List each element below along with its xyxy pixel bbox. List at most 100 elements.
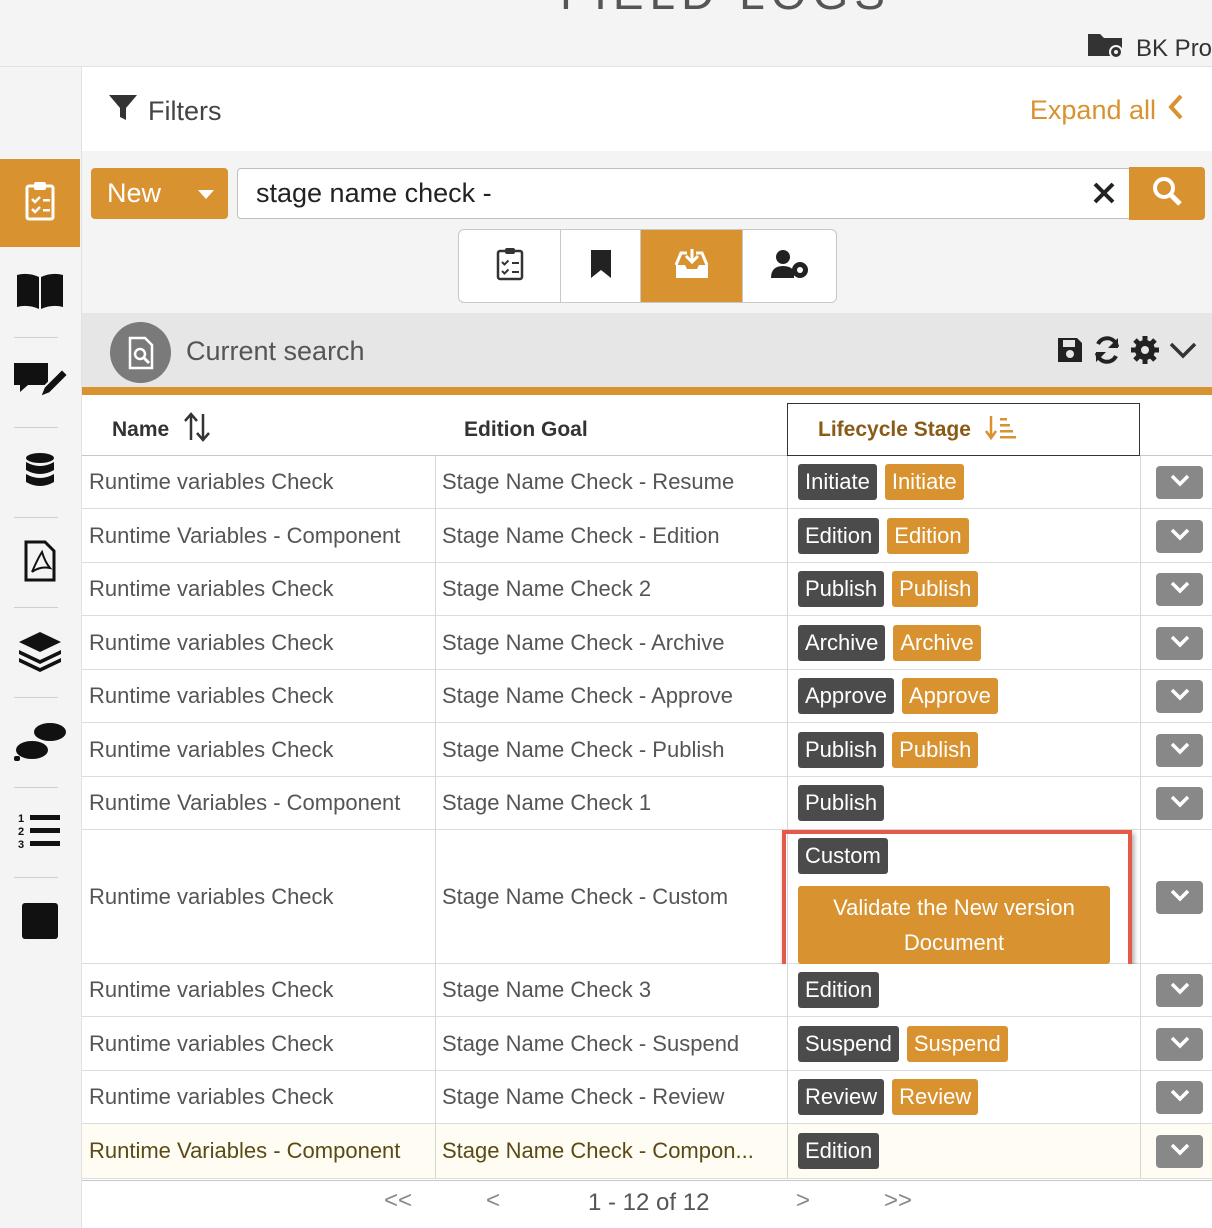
inbox-download-icon bbox=[674, 247, 710, 286]
table-header: Name Edition Goal Lifecycle Stage bbox=[82, 403, 1212, 456]
task-badge: Archive bbox=[893, 624, 981, 661]
search-input[interactable] bbox=[238, 169, 1058, 218]
row-name: Runtime variables Check bbox=[89, 977, 334, 1002]
row-expand-button[interactable] bbox=[1156, 1028, 1203, 1061]
column-header-lifecycle-stage[interactable]: Lifecycle Stage bbox=[787, 403, 1140, 456]
task-badge: Publish bbox=[892, 731, 979, 768]
new-button[interactable]: New bbox=[91, 168, 228, 219]
row-edition-goal: Stage Name Check 2 bbox=[442, 576, 652, 601]
stage-badge: Publish bbox=[798, 731, 885, 768]
row-expand-button[interactable] bbox=[1156, 466, 1203, 499]
row-expand-button[interactable] bbox=[1156, 734, 1203, 767]
chevron-down-icon bbox=[1169, 687, 1191, 706]
row-name: Runtime variables Check bbox=[89, 883, 334, 909]
table-row[interactable]: Runtime variables Check Stage Name Check … bbox=[82, 616, 1212, 670]
sidebar-item-data[interactable] bbox=[0, 429, 80, 517]
sidebar-item-stop[interactable] bbox=[0, 879, 80, 967]
project-selector[interactable]: BK Pro bbox=[1086, 30, 1212, 67]
table-row[interactable]: Runtime variables Check Stage Name Check … bbox=[82, 670, 1212, 723]
table-row[interactable]: Runtime Variables - Component Stage Name … bbox=[82, 1124, 1212, 1179]
chevron-down-icon[interactable] bbox=[1168, 340, 1198, 365]
gear-icon[interactable] bbox=[1130, 335, 1160, 370]
row-expand-button[interactable] bbox=[1156, 680, 1203, 713]
first-page-button[interactable]: << bbox=[384, 1187, 412, 1215]
filters-toggle[interactable]: Filters bbox=[108, 93, 222, 130]
sidebar-item-comments[interactable] bbox=[0, 339, 80, 427]
row-expand-button[interactable] bbox=[1156, 787, 1203, 820]
table-row[interactable]: Runtime variables Check Stage Name Check … bbox=[82, 830, 1212, 971]
book-open-icon bbox=[15, 271, 65, 316]
sidebar-item-layers[interactable] bbox=[0, 609, 80, 697]
chevron-down-icon bbox=[1169, 473, 1191, 492]
clipboard-check-icon bbox=[24, 181, 56, 226]
table-row[interactable]: Runtime variables Check Stage Name Check … bbox=[82, 723, 1212, 777]
row-edition-goal: Stage Name Check - Archive bbox=[442, 629, 725, 655]
stage-badge: Publish bbox=[798, 571, 885, 607]
table-row[interactable]: Runtime Variables - Component Stage Name … bbox=[82, 777, 1212, 830]
row-expand-button[interactable] bbox=[1156, 520, 1203, 553]
view-tab-bookmarks[interactable] bbox=[561, 230, 641, 302]
sort-amount-down-icon bbox=[984, 414, 1017, 446]
project-label: BK Pro bbox=[1136, 34, 1212, 62]
last-page-button[interactable]: >> bbox=[884, 1187, 912, 1215]
column-edition-goal-label: Edition Goal bbox=[464, 417, 588, 441]
svg-text:1: 1 bbox=[18, 813, 24, 825]
column-name-label: Name bbox=[112, 417, 170, 441]
row-expand-button[interactable] bbox=[1156, 573, 1203, 606]
row-expand-button[interactable] bbox=[1156, 627, 1203, 660]
sidebar-item-library[interactable] bbox=[0, 249, 80, 337]
folder-gear-icon bbox=[1086, 30, 1128, 67]
comments-edit-icon bbox=[12, 359, 70, 408]
sidebar-item-steps[interactable] bbox=[0, 699, 80, 787]
sort-arrows-icon bbox=[183, 411, 211, 448]
row-edition-goal: Stage Name Check - Compon... bbox=[442, 1138, 754, 1163]
clear-search-icon[interactable] bbox=[1092, 180, 1116, 211]
sidebar-item-field-logs[interactable] bbox=[0, 159, 80, 247]
prev-page-button[interactable]: < bbox=[486, 1187, 500, 1215]
row-edition-goal: Stage Name Check - Resume bbox=[442, 469, 735, 494]
chevron-left-icon bbox=[1168, 94, 1184, 127]
row-edition-goal: Stage Name Check - Edition bbox=[442, 522, 720, 548]
table-row[interactable]: Runtime variables Check Stage Name Check … bbox=[82, 1017, 1212, 1071]
table-row[interactable]: Runtime variables Check Stage Name Check … bbox=[82, 563, 1212, 616]
row-expand-button[interactable] bbox=[1156, 974, 1203, 1007]
view-tabs bbox=[458, 229, 837, 303]
table-row[interactable]: Runtime variables Check Stage Name Check … bbox=[82, 964, 1212, 1017]
task-badge: Edition bbox=[887, 517, 969, 554]
stop-square-icon bbox=[21, 902, 59, 945]
bookmark-icon bbox=[590, 249, 612, 284]
filters-bar: Filters Expand all bbox=[82, 67, 1212, 151]
search-box bbox=[237, 168, 1131, 219]
sidebar-item-pdf[interactable] bbox=[0, 519, 80, 607]
row-edition-goal: Stage Name Check - Publish bbox=[442, 736, 725, 762]
table-row[interactable]: Runtime variables Check Stage Name Check … bbox=[82, 456, 1212, 509]
column-header-name[interactable]: Name bbox=[112, 403, 412, 456]
next-page-button[interactable]: > bbox=[796, 1187, 810, 1215]
numbered-list-icon: 123 bbox=[18, 811, 62, 856]
row-name: Runtime Variables - Component bbox=[89, 790, 401, 815]
search-button[interactable] bbox=[1129, 167, 1205, 220]
refresh-icon[interactable] bbox=[1092, 335, 1122, 370]
task-badge: Approve bbox=[901, 678, 998, 714]
row-expand-button[interactable] bbox=[1156, 1135, 1203, 1168]
expand-all-button[interactable]: Expand all bbox=[1030, 94, 1184, 127]
row-name: Runtime Variables - Component bbox=[89, 1138, 401, 1163]
view-tab-users[interactable] bbox=[743, 230, 836, 302]
sidebar-item-list[interactable]: 123 bbox=[0, 789, 80, 877]
chevron-down-icon bbox=[1169, 981, 1191, 1000]
layers-icon bbox=[17, 630, 63, 677]
row-expand-button[interactable] bbox=[1156, 1081, 1203, 1114]
column-header-edition-goal[interactable]: Edition Goal bbox=[464, 403, 764, 456]
table-row[interactable]: Runtime variables Check Stage Name Check … bbox=[82, 1071, 1212, 1124]
pagination: << < 1 - 12 of 12 > >> bbox=[82, 1180, 1212, 1228]
row-edition-goal: Stage Name Check - Review bbox=[442, 1084, 725, 1109]
clipboard-check-icon bbox=[496, 247, 524, 286]
save-icon[interactable] bbox=[1056, 336, 1084, 369]
view-tab-inbox[interactable] bbox=[641, 230, 743, 302]
view-tab-logs[interactable] bbox=[459, 230, 561, 302]
user-gear-icon bbox=[770, 249, 810, 284]
task-badge: Review bbox=[892, 1079, 979, 1115]
table-row[interactable]: Runtime Variables - Component Stage Name … bbox=[82, 509, 1212, 563]
row-name: Runtime variables Check bbox=[89, 629, 334, 655]
row-expand-button[interactable] bbox=[1156, 881, 1203, 914]
